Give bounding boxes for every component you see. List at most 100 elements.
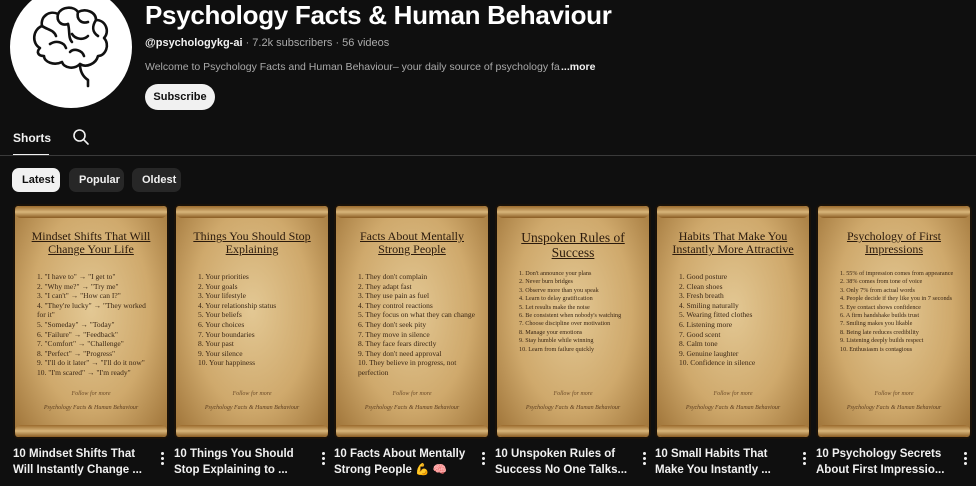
thumbnail-list-item: 1. Your priorities: [198, 272, 249, 281]
subscribe-button[interactable]: Subscribe: [145, 84, 215, 110]
thumbnail-list-item: 7. "Comfort" → "Challenge": [37, 339, 124, 349]
more-vert-dot: [642, 462, 646, 465]
thumbnail-signature: Psychology Facts & Human Behaviour: [364, 405, 460, 411]
short-card[interactable]: Mindset Shifts That Will Change Your Lif…: [13, 204, 169, 478]
short-card[interactable]: Psychology of First Impressions 1. 55% of…: [816, 204, 972, 478]
more-vert-icon[interactable]: [639, 450, 649, 468]
thumbnail-footer: Follow for more: [232, 391, 272, 397]
short-card[interactable]: Facts About Mentally Strong People 1. The…: [334, 204, 490, 478]
channel-description[interactable]: Welcome to Psychology Facts and Human Be…: [145, 61, 595, 75]
short-thumbnail[interactable]: Mindset Shifts That Will Change Your Lif…: [13, 204, 169, 439]
thumbnail-heading: Mindset Shifts That Will Change Your Lif…: [31, 229, 151, 256]
thumbnail-list-item: 1. "I have to" → "I get to": [37, 272, 116, 281]
short-thumbnail[interactable]: Unspoken Rules of Success 1. Don't announ…: [495, 204, 651, 439]
short-thumbnail[interactable]: Facts About Mentally Strong People 1. The…: [334, 204, 490, 439]
more-vert-dot: [802, 462, 806, 465]
thumbnail-list-item: 3. Observe more than you speak: [519, 286, 599, 294]
more-vert-icon[interactable]: [799, 450, 809, 468]
thumbnail-list-item: 8. Manage your emotions: [519, 328, 583, 336]
thumbnail-list-item: 2. Never burn bridges: [519, 278, 573, 286]
short-title[interactable]: 10 Mindset Shifts That Will Instantly Ch…: [13, 446, 149, 478]
thumbnail-list-item: 1. They don't complain: [358, 272, 428, 281]
short-card[interactable]: Unspoken Rules of Success 1. Don't announ…: [495, 204, 651, 478]
thumbnail-list-item: 3. Only 7% from actual words: [840, 286, 915, 294]
thumbnail-list-item: 6. A firm handshake builds trust: [840, 312, 920, 320]
more-vert-dot: [802, 452, 806, 455]
scroll-roll-bottom: [818, 425, 970, 437]
thumbnail-list-item: 2. "Why me?" → "Try me": [37, 281, 119, 291]
thumbnail-list-item: 6. Listening more: [679, 319, 733, 329]
thumbnail-list-item: 7. Smiling makes you likable: [840, 320, 913, 328]
thumbnail-list-item: 2. Your goals: [198, 281, 238, 291]
thumbnail-heading: Habits That Make You Instantly More Attr…: [672, 229, 794, 256]
more-vert-icon[interactable]: [157, 450, 167, 468]
channel-avatar[interactable]: [10, 0, 132, 108]
thumbnail-list: 1. "I have to" → "I get to" 2. "Why me?" …: [37, 272, 155, 378]
thumbnail-list-item: 3. Fresh breath: [679, 291, 724, 301]
thumbnail-list-item: 8. Being late reduces credibility: [840, 328, 919, 336]
thumbnail-list-item: 10. They believe in progress, not perfec…: [358, 358, 457, 377]
more-vert-dot: [160, 452, 164, 455]
thumbnail-list-item: 10. Confidence in silence: [679, 358, 756, 368]
thumbnail-list-item: 8. Calm tone: [679, 339, 718, 349]
scroll-roll-bottom: [15, 425, 167, 437]
thumbnail-list-item: 7. Your boundaries: [198, 329, 255, 339]
channel-stats: · 7.2k subscribers · 56 videos: [242, 37, 390, 49]
channel-meta: @psychologykg-ai · 7.2k subscribers · 56…: [145, 37, 389, 49]
thumbnail-list-item: 5. Wearing fitted clothes: [679, 310, 753, 320]
thumbnail-list-item: 10. Enthusiasm is contagious: [840, 345, 913, 353]
thumbnail-list-item: 6. "Failure" → "Feedback": [37, 329, 118, 339]
more-vert-icon[interactable]: [478, 450, 488, 468]
thumbnail-list-item: 9. They don't need approval: [358, 348, 442, 358]
more-vert-icon[interactable]: [960, 450, 970, 468]
thumbnail-heading: Unspoken Rules of Success: [521, 230, 625, 260]
thumbnail-list-item: 10. Your happiness: [198, 358, 256, 368]
thumbnail-list-item: 2. They adapt fast: [358, 281, 412, 291]
thumbnail-list-item: 8. Your past: [198, 339, 234, 349]
thumbnail-signature: Psychology Facts & Human Behaviour: [525, 405, 621, 411]
thumbnail-list-item: 5. They focus on what they can change: [358, 310, 475, 320]
short-card[interactable]: Habits That Make You Instantly More Attr…: [655, 204, 811, 478]
short-title[interactable]: 10 Small Habits That Make You Instantly …: [655, 446, 791, 478]
brain-icon: [32, 6, 109, 88]
thumbnail-list-item: 3. "I can't" → "How can I?": [37, 291, 121, 301]
thumbnail-list-item: 4. They control reactions: [358, 300, 433, 310]
tab-shorts[interactable]: Shorts: [13, 131, 51, 145]
thumbnail-list-item: 7. Choose discipline over motivation: [519, 320, 611, 328]
channel-handle: @psychologykg-ai: [145, 37, 243, 49]
short-card[interactable]: Things You Should Stop Explaining 1. Your…: [174, 204, 330, 478]
thumbnail-list-item: 5. Eye contact shows confidence: [840, 303, 921, 311]
search-icon[interactable]: [72, 128, 90, 146]
parchment-scroll: Unspoken Rules of Success 1. Don't announ…: [497, 206, 649, 437]
thumbnail-list-item: 7. They move in silence: [358, 329, 430, 339]
more-vert-icon[interactable]: [318, 450, 328, 468]
more-link[interactable]: ...more: [561, 61, 595, 73]
thumbnail-list: 1. 55% of impression comes from appearan…: [840, 270, 958, 354]
scroll-roll-top: [497, 206, 649, 218]
chip-oldest[interactable]: Oldest: [132, 168, 181, 192]
scroll-roll-top: [657, 206, 809, 218]
short-thumbnail[interactable]: Things You Should Stop Explaining 1. Your…: [174, 204, 330, 439]
short-thumbnail[interactable]: Habits That Make You Instantly More Attr…: [655, 204, 811, 439]
more-vert-dot: [642, 457, 646, 460]
parchment-scroll: Facts About Mentally Strong People 1. The…: [336, 206, 488, 437]
chip-popular[interactable]: Popular: [69, 168, 124, 192]
parchment-scroll: Psychology of First Impressions 1. 55% of…: [818, 206, 970, 437]
thumbnail-footer: Follow for more: [392, 391, 432, 397]
thumbnail-list-item: 1. Don't announce your plans: [519, 270, 592, 277]
thumbnail-list-item: 10. Learn from failure quickly: [519, 345, 595, 353]
chip-latest[interactable]: Latest: [12, 168, 60, 192]
thumbnail-footer: Follow for more: [874, 391, 914, 397]
short-title[interactable]: 10 Psychology Secrets About First Impres…: [816, 446, 952, 478]
short-title[interactable]: 10 Unspoken Rules of Success No One Talk…: [495, 446, 631, 478]
more-vert-dot: [963, 457, 967, 460]
short-thumbnail[interactable]: Psychology of First Impressions 1. 55% of…: [816, 204, 972, 439]
thumbnail-list-item: 9. "I'll do it later" → "I'll do it now": [37, 358, 145, 368]
short-title[interactable]: 10 Facts About Mentally Strong People 💪 …: [334, 446, 470, 478]
thumbnail-list-item: 6. Be consistent when nobody's watching: [519, 312, 622, 320]
thumbnail-list-item: 1. 55% of impression comes from appearan…: [840, 270, 954, 277]
thumbnail-footer: Follow for more: [71, 391, 111, 397]
more-vert-dot: [963, 452, 967, 455]
thumbnail-list-item: 4. Your relationship status: [198, 300, 277, 310]
short-title[interactable]: 10 Things You Should Stop Explaining to …: [174, 446, 310, 478]
